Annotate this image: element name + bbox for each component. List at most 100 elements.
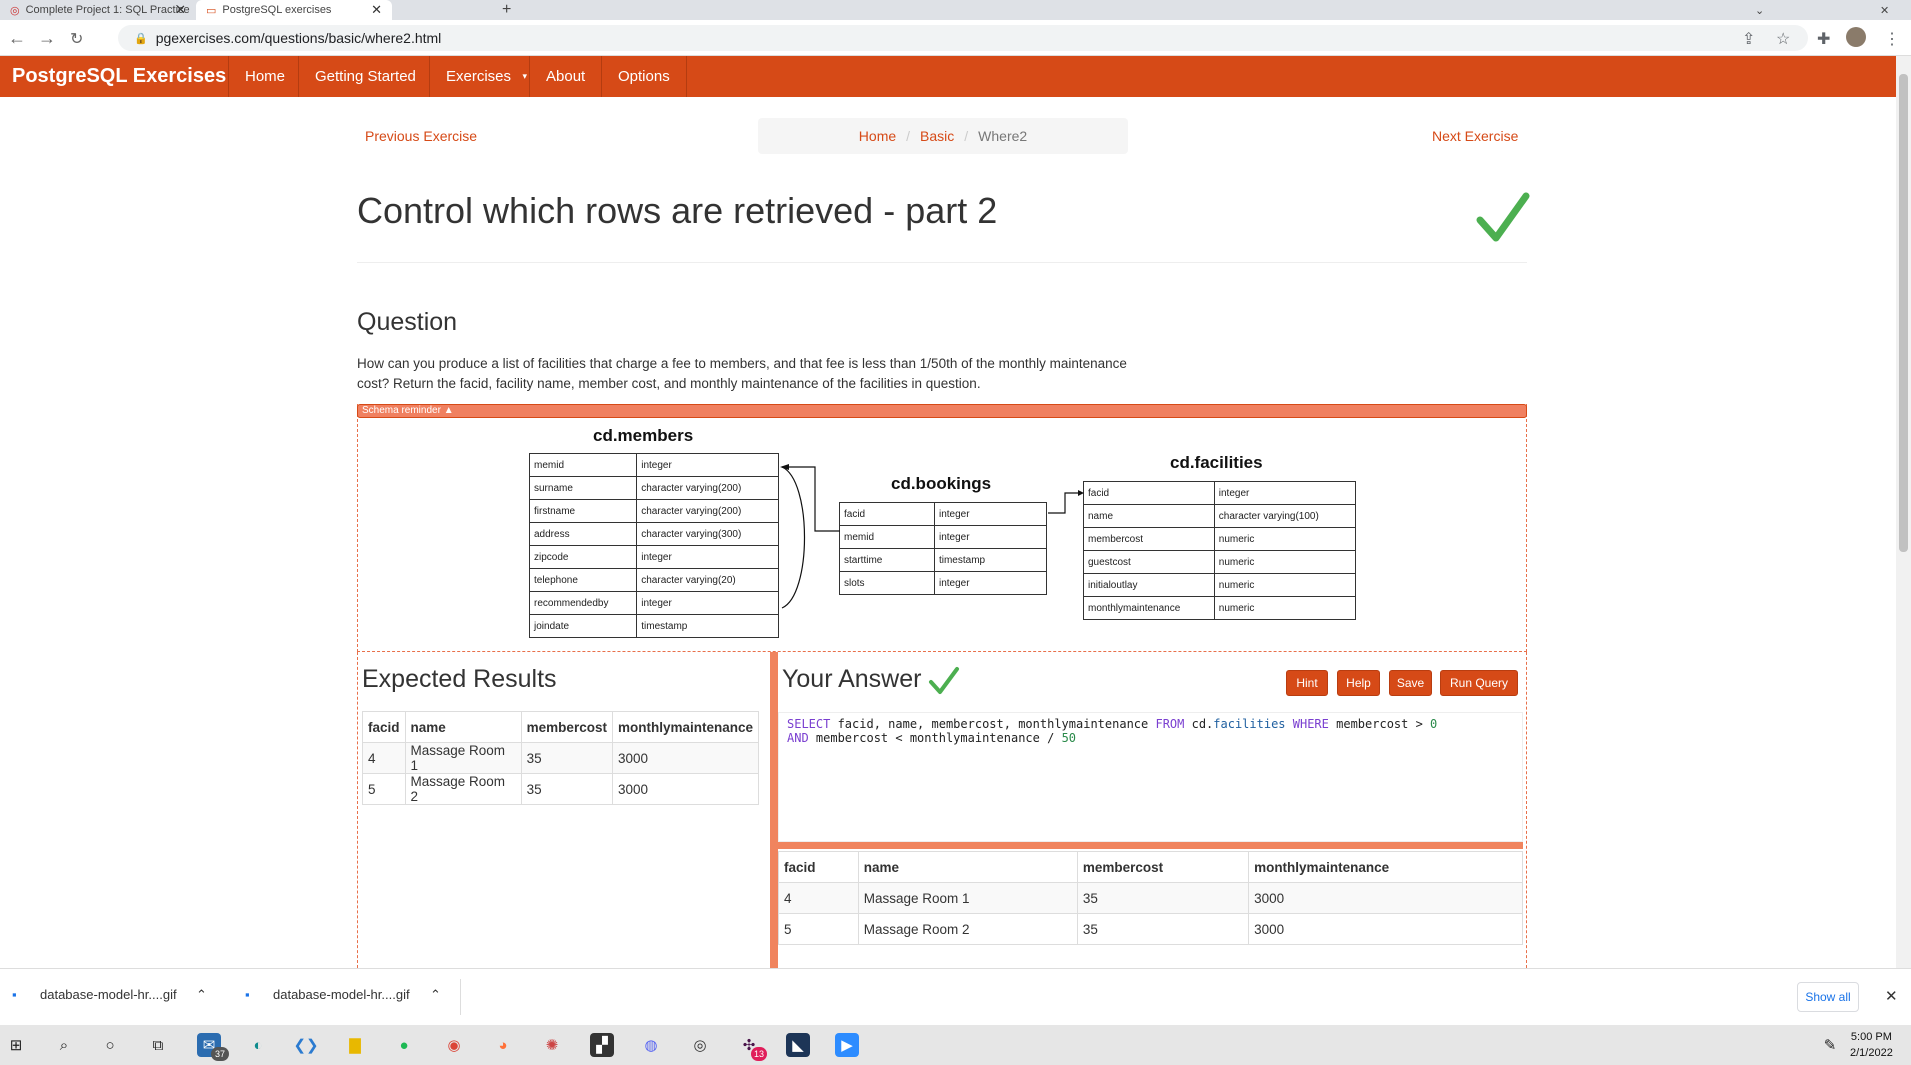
nav-options[interactable]: Options — [601, 56, 687, 97]
breadcrumb-home[interactable]: Home — [859, 128, 896, 144]
schema-column-type: character varying(200) — [636, 499, 779, 523]
previous-exercise-link[interactable]: Previous Exercise — [365, 128, 477, 144]
column-header: facid — [778, 851, 859, 883]
schema-column-name: joindate — [528, 614, 638, 638]
windows-start-icon[interactable]: ⊞ — [4, 1033, 28, 1057]
schema-row: monthlymaintenance numeric — [1083, 596, 1357, 620]
search-icon[interactable]: ⌕ — [52, 1033, 76, 1057]
schema-column-name: surname — [528, 476, 638, 500]
profile-avatar[interactable] — [1846, 27, 1866, 47]
app-icon[interactable]: ▞ — [590, 1033, 614, 1057]
download-item[interactable]: database-model-hr....gif — [40, 987, 177, 1002]
url-input[interactable]: 🔒 pgexercises.com/questions/basic/where2… — [118, 25, 1808, 51]
chevron-up-icon[interactable]: ⌃ — [430, 987, 441, 1003]
reload-icon[interactable]: ↻ — [70, 29, 83, 49]
zoom-icon[interactable]: ▶ — [835, 1033, 859, 1057]
table-cell: 35 — [520, 742, 613, 774]
task-view-icon[interactable]: ⧉ — [146, 1033, 170, 1057]
schema-column-name: guestcost — [1083, 550, 1215, 574]
pen-icon[interactable]: ✎ — [1818, 1033, 1842, 1057]
save-button[interactable]: Save — [1389, 670, 1432, 696]
sql-table: facilities — [1213, 717, 1286, 731]
back-icon[interactable]: ← — [8, 28, 26, 49]
help-button[interactable]: Help — [1337, 670, 1380, 696]
check-icon — [1476, 192, 1530, 242]
schema-column-type: character varying(100) — [1213, 504, 1357, 528]
brand-link[interactable]: PostgreSQL Exercises — [12, 56, 226, 97]
table-cell: 5 — [778, 913, 859, 945]
schema-column-name: firstname — [528, 499, 638, 523]
show-all-button[interactable]: Show all — [1797, 982, 1859, 1012]
run-query-button[interactable]: Run Query — [1440, 670, 1518, 696]
table-cell: Massage Room 2 — [857, 913, 1078, 945]
table-cell: 35 — [520, 773, 613, 805]
firefox-icon[interactable]: ◕ — [491, 1033, 515, 1057]
caret-down-icon: ▾ — [522, 71, 528, 81]
browser-tab-active[interactable]: ▭ PostgreSQL exercises ✕ — [196, 0, 392, 20]
close-tab-icon[interactable]: ✕ — [175, 2, 186, 18]
share-icon[interactable]: ⇪ — [1742, 29, 1755, 49]
app-icon[interactable]: ◎ — [688, 1033, 712, 1057]
discord-icon[interactable]: ◍ — [639, 1033, 663, 1057]
chrome-icon[interactable]: ◉ — [442, 1033, 466, 1057]
members-table-name: cd.members — [593, 426, 694, 445]
app-icon[interactable]: ◣ — [786, 1033, 810, 1057]
bookmark-star-icon[interactable]: ☆ — [1776, 29, 1790, 49]
close-tab-icon[interactable]: ✕ — [371, 2, 382, 18]
nav-about[interactable]: About — [529, 56, 601, 97]
edge-icon[interactable]: ◐ — [246, 1033, 270, 1057]
schema-row: firstname character varying(200) — [528, 499, 779, 523]
schema-row: guestcost numeric — [1083, 550, 1357, 574]
chevron-up-icon[interactable]: ⌃ — [196, 987, 207, 1003]
hint-button[interactable]: Hint — [1286, 670, 1328, 696]
expected-results-heading: Expected Results — [362, 665, 557, 693]
nav-home[interactable]: Home — [228, 56, 301, 97]
nav-getting-started[interactable]: Getting Started — [298, 56, 432, 97]
menu-dots-icon[interactable]: ⋮ — [1884, 29, 1900, 49]
chevron-down-icon[interactable]: ⌄ — [1745, 0, 1765, 20]
download-item[interactable]: database-model-hr....gif — [273, 987, 410, 1002]
app-icon[interactable]: ✺ — [540, 1033, 564, 1057]
table-cell: Massage Room 1 — [404, 742, 522, 774]
next-exercise-link[interactable]: Next Exercise — [1432, 128, 1518, 144]
cortana-icon[interactable]: ○ — [98, 1033, 122, 1057]
schema-column-type: numeric — [1213, 527, 1357, 551]
panel-splitter[interactable] — [770, 652, 778, 968]
close-downloads-icon[interactable]: ✕ — [1885, 987, 1898, 1005]
extensions-icon[interactable]: ✚ — [1817, 29, 1830, 49]
facilities-schema-table: facid integer name character varying(100) me… — [1083, 481, 1357, 620]
forward-icon[interactable]: → — [38, 28, 56, 49]
file-icon: ▪ — [12, 987, 17, 1002]
schema-column-name: recommendedby — [528, 591, 638, 615]
downloads-bar: ▪ database-model-hr....gif ⌃ ▪ database-… — [0, 968, 1911, 1025]
spotify-icon[interactable]: ● — [392, 1033, 416, 1057]
taskbar: ⊞ ⌕ ○ ⧉ ✉ 37 ◐ ❮❯ ▇ ● ◉ ◕ ✺ ▞ ◍ ◎ ✣ 13 ◣… — [0, 1025, 1911, 1065]
schema-row: recommendedby integer — [528, 591, 779, 615]
vscode-icon[interactable]: ❮❯ — [293, 1033, 318, 1057]
schema-toggle[interactable]: Schema reminder ▲ — [357, 404, 1527, 418]
question-text: How can you produce a list of facilities… — [357, 356, 1127, 391]
scrollbar-thumb[interactable] — [1899, 74, 1908, 552]
mail-badge: 37 — [211, 1047, 229, 1061]
clock[interactable]: 5:00 PM 2/1/2022 — [1850, 1029, 1893, 1061]
column-header: membercost — [520, 711, 613, 743]
file-explorer-icon[interactable]: ▇ — [343, 1033, 367, 1057]
sql-text: membercost > — [1328, 717, 1431, 731]
editor-results-splitter[interactable] — [778, 842, 1523, 849]
table-cell: 4 — [778, 882, 859, 914]
close-window-icon[interactable]: ✕ — [1870, 0, 1890, 20]
schema-column-name: membercost — [1083, 527, 1215, 551]
sql-keyword: WHERE — [1285, 717, 1329, 731]
column-header: facid — [362, 711, 406, 743]
schema-column-name: monthlymaintenance — [1083, 596, 1215, 620]
column-header: monthlymaintenance — [611, 711, 760, 743]
browser-tab[interactable]: ◎ Complete Project 1: SQL Practice ✕ — [0, 0, 196, 20]
column-header: name — [857, 851, 1078, 883]
question-heading: Question — [357, 308, 458, 336]
breadcrumb-basic[interactable]: Basic — [920, 128, 954, 144]
new-tab-icon[interactable]: + — [492, 0, 512, 20]
nav-exercises[interactable]: Exercises ▾ — [429, 56, 537, 97]
sql-editor[interactable]: SELECT facid, name, membercost, monthlym… — [778, 712, 1523, 842]
tab-title: Complete Project 1: SQL Practice — [25, 4, 190, 16]
sql-text: cd. — [1184, 717, 1214, 731]
